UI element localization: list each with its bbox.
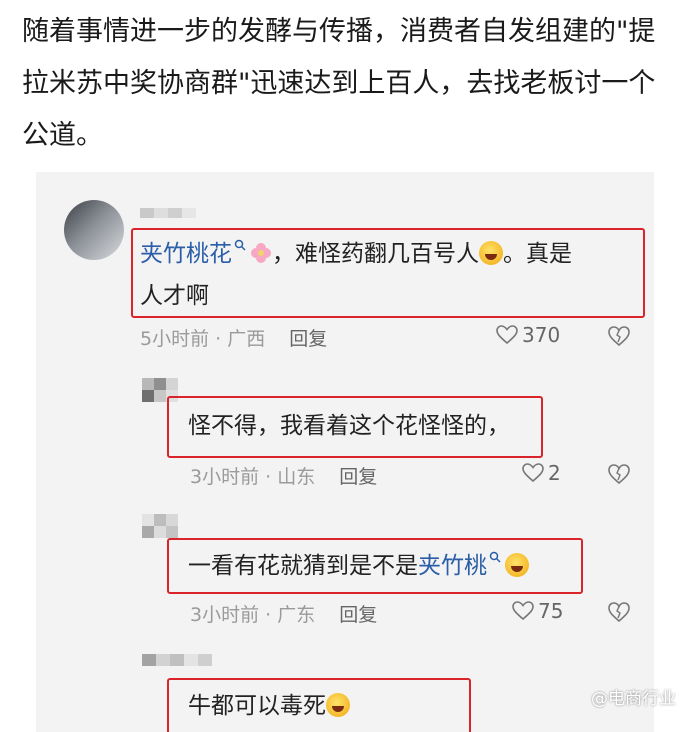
timestamp: 3小时前 — [190, 466, 260, 488]
dislike-icon[interactable] — [608, 463, 630, 485]
avatar[interactable] — [142, 654, 212, 666]
comment-body: 一看有花就猜到是不是 — [188, 553, 418, 579]
location: 广东 — [277, 604, 316, 626]
comment-body-tail: 。真是 — [503, 241, 572, 267]
article-paragraph: 随着事情进一步的发酵与传播，消费者自发组建的"提拉米苏中奖协商群"迅速达到上百人… — [22, 16, 656, 151]
comment-text: 一看有花就猜到是不是夹竹桃 — [188, 546, 529, 586]
like-count: 75 — [538, 599, 564, 623]
like-button[interactable]: 370 — [496, 323, 560, 347]
flower-emoji — [251, 243, 271, 263]
username-link[interactable]: 夹竹桃 — [418, 553, 487, 579]
avatar[interactable] — [142, 514, 178, 538]
heart-icon — [496, 325, 518, 345]
heart-icon — [512, 601, 534, 621]
comment-text: 怪不得，我看着这个花怪怪的， — [188, 413, 510, 439]
like-button[interactable]: 2 — [522, 461, 561, 485]
comment-meta: 3小时前 · 山东 回复 — [190, 466, 378, 488]
comment-body: ，难怪药翻几百号人 — [272, 241, 479, 267]
watermark: @电商行业 — [591, 689, 676, 709]
like-count: 2 — [548, 461, 561, 485]
like-count: 370 — [522, 323, 561, 347]
username-link[interactable]: 夹竹桃花 — [140, 241, 232, 267]
reply-button[interactable]: 回复 — [289, 328, 327, 350]
comment-meta: 3小时前 · 广东 回复 — [190, 604, 378, 626]
search-icon — [489, 551, 501, 563]
laughing-emoji — [479, 241, 503, 265]
timestamp: 5小时前 — [140, 328, 210, 350]
dislike-icon[interactable] — [608, 601, 630, 623]
comment-meta: 5小时前 · 广西 回复 — [140, 328, 328, 350]
reply-button[interactable]: 回复 — [339, 604, 377, 626]
blurred-username — [140, 208, 196, 218]
comment-text: 夹竹桃花 ，难怪药翻几百号人 。真是 — [140, 234, 572, 274]
avatar[interactable] — [64, 200, 124, 260]
comment-text-line2: 人才啊 — [140, 283, 209, 309]
heart-icon — [522, 463, 544, 483]
search-icon — [234, 239, 246, 251]
location: 广西 — [227, 328, 266, 350]
comment-body: 牛都可以毒死 — [188, 693, 326, 719]
dislike-icon[interactable] — [608, 325, 630, 347]
comment-screenshot: 夹竹桃花 ，难怪药翻几百号人 。真是 人才啊 5小时前 · 广西 回复 370 怪不得… — [36, 172, 654, 732]
comment-text: 牛都可以毒死 — [188, 686, 350, 726]
timestamp: 3小时前 — [190, 604, 260, 626]
laughing-emoji — [505, 553, 529, 577]
reply-button[interactable]: 回复 — [339, 466, 377, 488]
location: 山东 — [277, 466, 316, 488]
laughing-emoji — [326, 693, 350, 717]
like-button[interactable]: 75 — [512, 599, 563, 623]
